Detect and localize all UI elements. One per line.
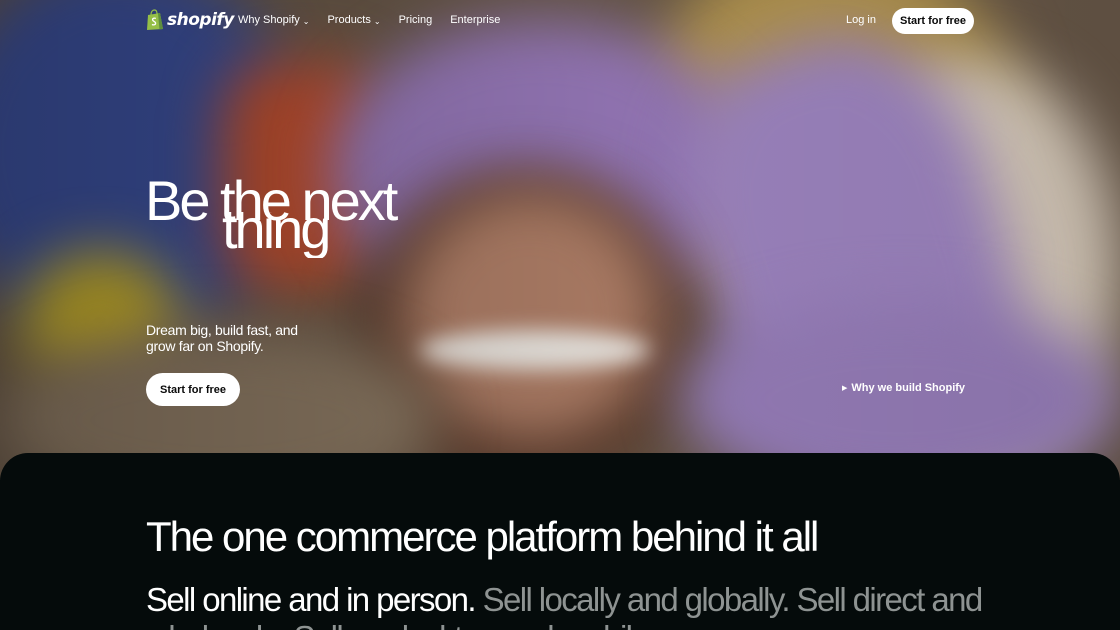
hero-title-rotating-word: thing [222,212,331,258]
nav-enterprise[interactable]: Enterprise [450,14,500,26]
nav-why-shopify[interactable]: Why Shopify ⌄ [238,14,309,26]
chevron-down-icon: ⌄ [302,16,310,26]
platform-subtitle: Sell online and in person. Sell locally … [146,581,983,619]
platform-subtitle-rest: Sell locally and globally. Sell direct a… [482,581,984,618]
start-free-nav-button[interactable]: Start for free [892,8,974,34]
nav-links: Why Shopify ⌄ Products ⌄ Pricing Enterpr… [238,14,518,26]
platform-subtitle-line2: wholesale. Sell on desktop and mobile. [146,619,657,630]
platform-subtitle-highlight: Sell online and in person. [146,581,477,618]
nav-products[interactable]: Products ⌄ [327,14,380,26]
top-nav: shopify Why Shopify ⌄ Products ⌄ Pricing… [0,0,1120,42]
chevron-down-icon: ⌄ [373,16,381,26]
login-link[interactable]: Log in [846,14,876,26]
shopping-bag-icon [147,9,163,30]
why-we-build-video-link[interactable]: ▶ Why we build Shopify [842,382,965,394]
hero-section: shopify Why Shopify ⌄ Products ⌄ Pricing… [0,0,1120,480]
platform-section: The one commerce platform behind it all … [0,453,1120,630]
nav-pricing[interactable]: Pricing [399,14,433,26]
hero-subtitle: Dream big, build fast, and grow far on S… [146,322,298,354]
start-free-hero-button[interactable]: Start for free [146,373,240,406]
logo-wordmark: shopify [167,10,234,30]
platform-title: The one commerce platform behind it all [146,513,819,560]
shopify-logo[interactable]: shopify [146,9,234,31]
play-icon: ▶ [842,385,848,392]
